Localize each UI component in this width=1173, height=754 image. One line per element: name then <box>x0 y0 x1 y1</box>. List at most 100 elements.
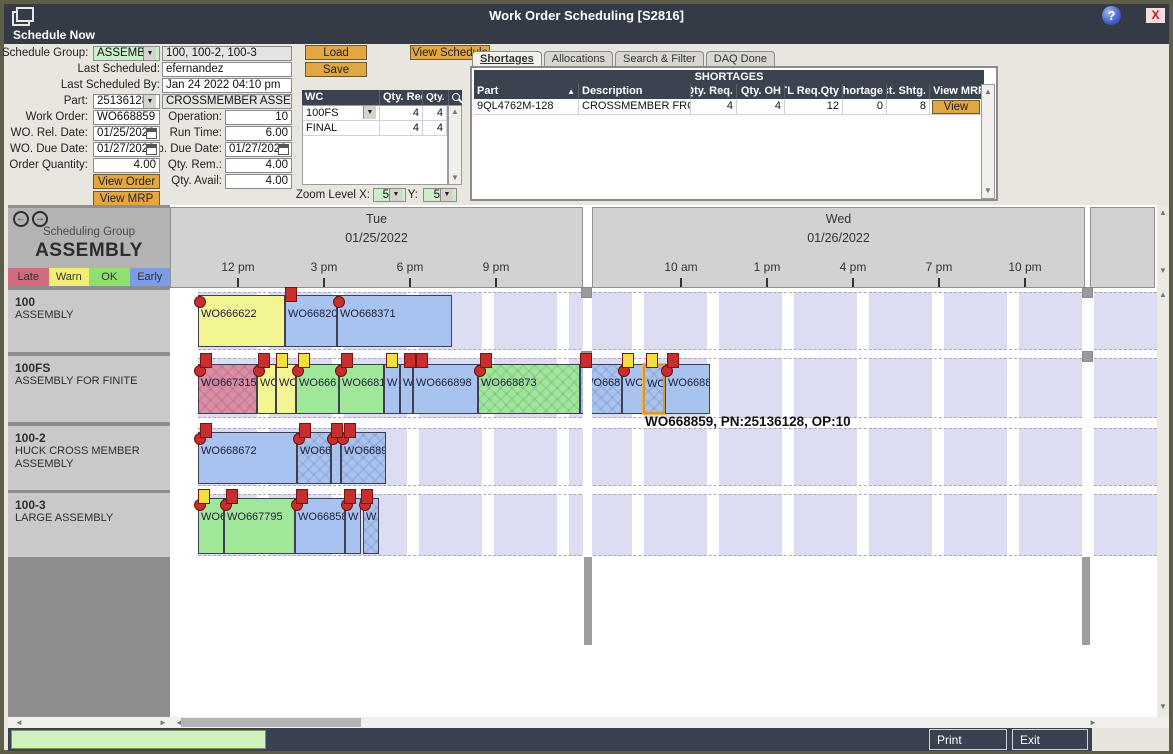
search-icon[interactable] <box>449 92 462 104</box>
legend-early: Early <box>130 268 171 286</box>
zoom-x-select[interactable]: 5▼ <box>373 188 406 202</box>
separator-handle[interactable] <box>581 287 592 298</box>
wc-table-row[interactable]: FINAL44 <box>303 121 447 136</box>
qty-rem-cell: 4 <box>423 121 447 135</box>
shortages-col-0: Part▲ <box>474 84 579 99</box>
separator-handle[interactable] <box>1082 351 1093 362</box>
row-view-mrp-button[interactable]: View MRP <box>932 100 980 114</box>
separator-handle[interactable] <box>581 351 592 362</box>
col-label: Shortage <box>843 84 883 99</box>
day-separator <box>1082 290 1092 557</box>
order-quantity-field[interactable]: 4.00 <box>93 158 160 173</box>
work-order-field[interactable]: WO668859 <box>93 110 160 125</box>
shortages-cell-5: 0 <box>843 99 887 114</box>
wo-due-date-field[interactable]: 01/27/2022 <box>93 142 160 157</box>
calendar-icon[interactable] <box>146 128 157 139</box>
chevron-down-icon[interactable]: ▼ <box>143 47 156 60</box>
separator-handle[interactable] <box>1082 287 1093 298</box>
help-icon[interactable]: ? <box>1102 6 1121 25</box>
last-scheduled-by-field[interactable]: Jan 24 2022 04:10 pm <box>162 78 292 93</box>
schedule-now-bar[interactable]: Schedule Now <box>4 27 1169 44</box>
shortages-col-6: Est. Shtg. <box>887 84 930 99</box>
scroll-up-icon[interactable]: ▲ <box>982 88 994 96</box>
chevron-down-icon[interactable]: ▼ <box>389 189 402 201</box>
gantt-bar[interactable]: WO6689 <box>341 432 386 484</box>
gantt-bar[interactable]: WO668873 <box>478 364 580 414</box>
schedule-group-select[interactable]: ASSEMBLY▼ <box>93 46 160 61</box>
zoom-y-select[interactable]: 5▼ <box>423 188 457 202</box>
chevron-down-icon[interactable]: ▼ <box>143 95 156 108</box>
tab-shortages[interactable]: Shortages <box>472 51 542 66</box>
scroll-up-icon[interactable]: ▲ <box>1157 291 1169 299</box>
gantt-bar[interactable]: WO <box>622 364 643 414</box>
qty-req-cell: 4 <box>380 106 423 120</box>
scroll-right-icon[interactable]: ► <box>1088 719 1098 727</box>
gantt-bar[interactable]: WO66 <box>297 432 331 484</box>
gantt-bar-selected[interactable]: WO <box>643 364 665 414</box>
load-button[interactable]: Load <box>305 45 367 60</box>
chevron-down-icon[interactable]: ▼ <box>363 106 376 119</box>
view-mrp-button[interactable]: View MRP <box>93 191 160 206</box>
nav-forward-icon[interactable]: → <box>32 211 48 227</box>
wc-table-scrollbar[interactable]: ▲ ▼ <box>448 105 462 185</box>
calendar-icon[interactable] <box>278 144 289 155</box>
part-select[interactable]: 25136128▼ <box>93 94 160 109</box>
gantt-bar[interactable]: WO6681 <box>339 364 384 414</box>
col-label: Est. Shtg. <box>887 84 926 99</box>
gantt-bar[interactable]: WO666 <box>296 364 339 414</box>
gantt-bar[interactable]: WO666898 <box>413 364 478 414</box>
gantt-bar[interactable]: WO66820 <box>285 295 337 347</box>
gantt-bar[interactable]: WO <box>276 364 296 414</box>
tab-allocations[interactable]: Allocations <box>544 51 613 66</box>
scroll-down-icon[interactable]: ▼ <box>1157 267 1169 275</box>
operation-field[interactable]: 10 <box>225 110 292 125</box>
save-button[interactable]: Save <box>305 62 367 77</box>
gantt-bar[interactable]: W <box>400 364 413 414</box>
wc-table-row[interactable]: 100FS▼44 <box>303 106 447 121</box>
gantt-bar[interactable]: WO668672 <box>198 432 297 484</box>
qty-avail-field[interactable]: 4.00 <box>225 174 292 189</box>
scroll-down-icon[interactable]: ▼ <box>982 187 994 195</box>
scroll-left-icon[interactable]: ◄ <box>14 719 24 727</box>
gantt-bar[interactable]: WO6688 <box>665 364 710 414</box>
calendar-icon[interactable] <box>146 144 157 155</box>
print-button[interactable]: Print <box>929 729 1007 750</box>
shortages-scrollbar[interactable]: ▲ ▼ <box>981 84 995 199</box>
gantt-vertical-scrollbar[interactable]: ▲ ▼ ▲ ▼ <box>1157 205 1169 717</box>
gantt-bar[interactable]: WO <box>257 364 276 414</box>
scrollbar-thumb[interactable] <box>181 718 361 727</box>
last-scheduled-label: Last Scheduled: <box>2 62 160 77</box>
scroll-right-icon[interactable]: ► <box>158 719 168 727</box>
tab-search-filter[interactable]: Search & Filter <box>615 51 704 66</box>
gantt-bar[interactable]: WO667315 <box>198 364 257 414</box>
run-time-field[interactable]: 6.00 <box>225 126 292 141</box>
close-icon[interactable]: X <box>1145 7 1166 24</box>
gantt-bar[interactable]: W <box>384 364 400 414</box>
gantt-bar[interactable]: WO6 <box>198 498 224 554</box>
qty-rem-field[interactable]: 4.00 <box>225 158 292 173</box>
last-scheduled-field[interactable]: efernandez <box>162 62 292 77</box>
gantt-bar[interactable]: WO666622 <box>198 295 285 347</box>
gantt-bar[interactable]: W <box>363 498 379 554</box>
shortages-row[interactable]: 9QL4762M-128CROSSMEMBER FRONT441208View … <box>474 99 984 115</box>
horizontal-scrollbar[interactable]: ◄ ► ◄ ► <box>8 717 1169 728</box>
op-due-date-field[interactable]: 01/27/2022 <box>225 142 292 157</box>
nav-back-icon[interactable]: ← <box>13 211 29 227</box>
sort-asc-icon[interactable]: ▲ <box>567 84 575 99</box>
scroll-up-icon[interactable]: ▲ <box>1157 209 1169 217</box>
scroll-down-icon[interactable]: ▼ <box>1157 703 1169 711</box>
gantt-bar[interactable]: WO668371 <box>337 295 452 347</box>
gantt-bar[interactable]: WO667795 <box>224 498 295 554</box>
scroll-up-icon[interactable]: ▲ <box>449 108 461 116</box>
shortages-cell-1: CROSSMEMBER FRONT <box>579 99 691 114</box>
tab-daq-done[interactable]: DAQ Done <box>706 51 775 66</box>
gantt-bar[interactable]: W <box>345 498 361 554</box>
chevron-down-icon[interactable]: ▼ <box>440 189 453 201</box>
scroll-down-icon[interactable]: ▼ <box>449 174 461 182</box>
gantt-bar[interactable] <box>331 432 341 484</box>
gantt-bar[interactable]: WO66858 <box>295 498 345 554</box>
scheduling-group-label: Scheduling Group <box>8 226 170 238</box>
wo-rel-date-field[interactable]: 01/25/2022 <box>93 126 160 141</box>
progress-bar <box>11 730 266 749</box>
exit-button[interactable]: Exit <box>1012 729 1088 750</box>
